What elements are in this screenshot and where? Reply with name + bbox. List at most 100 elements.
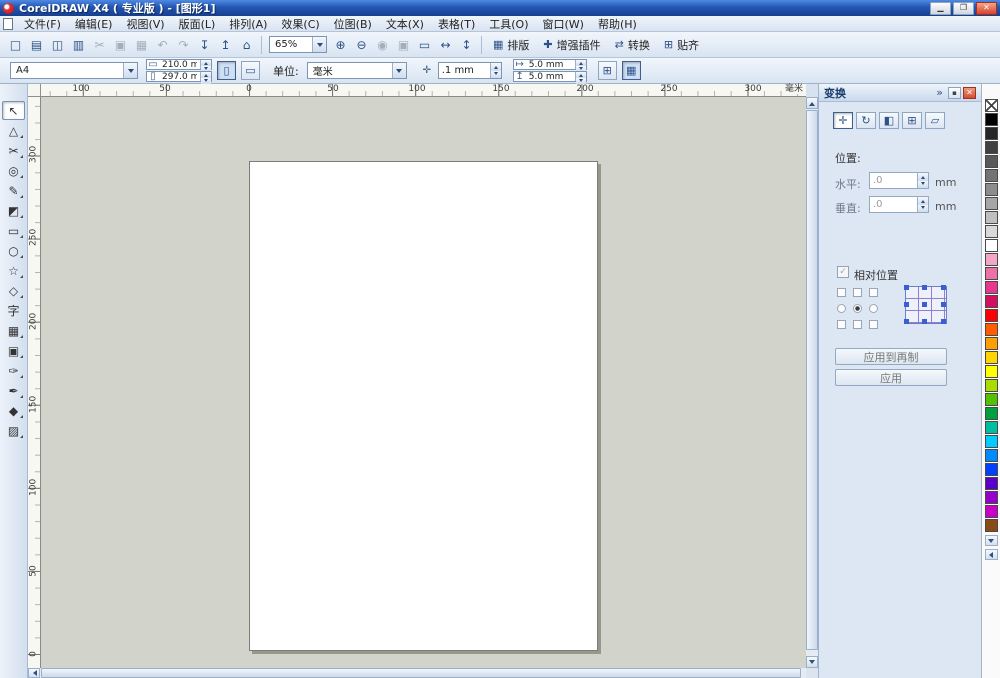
color-swatch[interactable] <box>985 449 998 462</box>
fill-tool[interactable]: ◆ <box>2 401 25 420</box>
table-tool[interactable]: ▦ <box>2 321 25 340</box>
color-swatch[interactable] <box>985 267 998 280</box>
open-icon[interactable]: ▤ <box>26 35 47 55</box>
menu-layout[interactable]: 版面(L) <box>172 15 223 33</box>
export-icon[interactable]: ↥ <box>215 35 236 55</box>
portrait-button[interactable]: ▯ <box>217 61 236 80</box>
chevron-down-icon[interactable] <box>392 63 406 78</box>
horizontal-input[interactable] <box>870 175 917 186</box>
docker-collapse-button[interactable] <box>948 87 961 99</box>
color-swatch[interactable] <box>985 281 998 294</box>
anchor-top-center[interactable] <box>853 288 862 297</box>
color-swatch[interactable] <box>985 463 998 476</box>
duplicate-y-field[interactable]: ↥ <box>513 71 587 82</box>
color-swatch[interactable] <box>985 183 998 196</box>
menu-edit[interactable]: 编辑(E) <box>68 15 120 33</box>
anchor-top-right[interactable] <box>869 288 878 297</box>
zoom-all-objects-icon[interactable]: ▣ <box>393 35 414 55</box>
spinner[interactable] <box>917 197 928 212</box>
save-icon[interactable]: ◫ <box>47 35 68 55</box>
transform-size-button[interactable]: ⊞ <box>902 112 922 129</box>
smart-fill-tool[interactable]: ◩ <box>2 201 25 220</box>
landscape-button[interactable]: ▭ <box>241 61 260 80</box>
chevron-down-icon[interactable] <box>123 63 137 78</box>
vertical-input[interactable] <box>870 199 917 210</box>
redo-icon[interactable]: ↷ <box>173 35 194 55</box>
anchor-bottom-right[interactable] <box>869 320 878 329</box>
color-swatch[interactable] <box>985 351 998 364</box>
paper-width-field[interactable]: ▭ <box>146 59 212 70</box>
horizontal-scroll-thumb[interactable] <box>41 668 801 678</box>
apply-button[interactable]: 应用 <box>835 369 947 386</box>
color-swatch[interactable] <box>985 309 998 322</box>
menu-file[interactable]: 文件(F) <box>17 15 68 33</box>
spinner[interactable] <box>490 63 501 78</box>
scroll-left-button[interactable] <box>28 668 40 678</box>
menu-window[interactable]: 窗口(W) <box>536 15 591 33</box>
color-swatch[interactable] <box>985 127 998 140</box>
color-swatch[interactable] <box>985 253 998 266</box>
anchor-middle-left[interactable] <box>837 304 846 313</box>
color-swatch[interactable] <box>985 407 998 420</box>
apply-to-duplicate-button[interactable]: 应用到再制 <box>835 348 947 365</box>
palette-scroll-down-button[interactable] <box>985 535 998 546</box>
shape-tool[interactable]: △ <box>2 121 25 140</box>
blend-tool[interactable]: ▣ <box>2 341 25 360</box>
spinner[interactable] <box>575 60 586 69</box>
duplicate-y-input[interactable] <box>526 72 575 82</box>
palette-flyout-button[interactable] <box>985 549 998 560</box>
minimize-button[interactable] <box>930 2 951 15</box>
color-swatch[interactable] <box>985 393 998 406</box>
color-swatch[interactable] <box>985 99 998 112</box>
paper-height-field[interactable]: ▯ <box>146 71 212 82</box>
convert-button[interactable]: ⇄ 转换 <box>608 35 657 55</box>
paper-size-combo[interactable]: A4 <box>10 62 138 79</box>
zoom-level-combo[interactable]: 65% <box>269 36 327 53</box>
new-document-icon[interactable]: □ <box>5 35 26 55</box>
duplicate-x-input[interactable] <box>526 60 575 70</box>
menu-table[interactable]: 表格(T) <box>431 15 482 33</box>
color-swatch[interactable] <box>985 477 998 490</box>
color-swatch[interactable] <box>985 491 998 504</box>
scroll-up-button[interactable] <box>806 97 818 109</box>
freehand-tool[interactable]: ✎ <box>2 181 25 200</box>
transform-skew-button[interactable]: ▱ <box>925 112 945 129</box>
color-swatch[interactable] <box>985 365 998 378</box>
paper-width-input[interactable] <box>159 60 200 70</box>
color-swatch[interactable] <box>985 435 998 448</box>
horizontal-field[interactable] <box>869 172 929 189</box>
zoom-page-width-icon[interactable]: ↔ <box>435 35 456 55</box>
menu-effects[interactable]: 效果(C) <box>274 15 326 33</box>
spinner[interactable] <box>200 60 211 69</box>
paper-height-input[interactable] <box>159 72 200 82</box>
anchor-bottom-center[interactable] <box>853 320 862 329</box>
anchor-top-left[interactable] <box>837 288 846 297</box>
pick-tool[interactable]: ↖ <box>2 101 25 120</box>
menu-help[interactable]: 帮助(H) <box>591 15 644 33</box>
rectangle-tool[interactable]: ▭ <box>2 221 25 240</box>
maximize-button[interactable] <box>953 2 974 15</box>
color-swatch[interactable] <box>985 225 998 238</box>
scroll-down-button[interactable] <box>806 656 818 668</box>
menu-text[interactable]: 文本(X) <box>379 15 431 33</box>
close-button[interactable] <box>976 2 997 15</box>
options-button[interactable]: ▦ <box>622 61 641 80</box>
docker-close-button[interactable] <box>963 87 976 99</box>
horizontal-ruler[interactable]: 10050050100150200250300 毫米 <box>41 84 806 97</box>
snap-options-button[interactable]: ⊞ <box>598 61 617 80</box>
snap-button[interactable]: ⊞ 贴齐 <box>657 35 706 55</box>
color-swatch[interactable] <box>985 295 998 308</box>
transform-position-button[interactable]: ✛ <box>833 112 853 129</box>
plugins-button[interactable]: ✚ 增强插件 <box>536 35 607 55</box>
print-icon[interactable]: ▥ <box>68 35 89 55</box>
zoom-page-icon[interactable]: ▭ <box>414 35 435 55</box>
paste-icon[interactable]: ▦ <box>131 35 152 55</box>
zoom-out-icon[interactable]: ⊖ <box>351 35 372 55</box>
interactive-fill-tool[interactable]: ▨ <box>2 421 25 440</box>
transform-scale-mirror-button[interactable]: ◧ <box>879 112 899 129</box>
color-swatch[interactable] <box>985 337 998 350</box>
color-swatch[interactable] <box>985 505 998 518</box>
relative-position-checkbox[interactable] <box>837 266 849 278</box>
anchor-bottom-left[interactable] <box>837 320 846 329</box>
zoom-selected-icon[interactable]: ◉ <box>372 35 393 55</box>
